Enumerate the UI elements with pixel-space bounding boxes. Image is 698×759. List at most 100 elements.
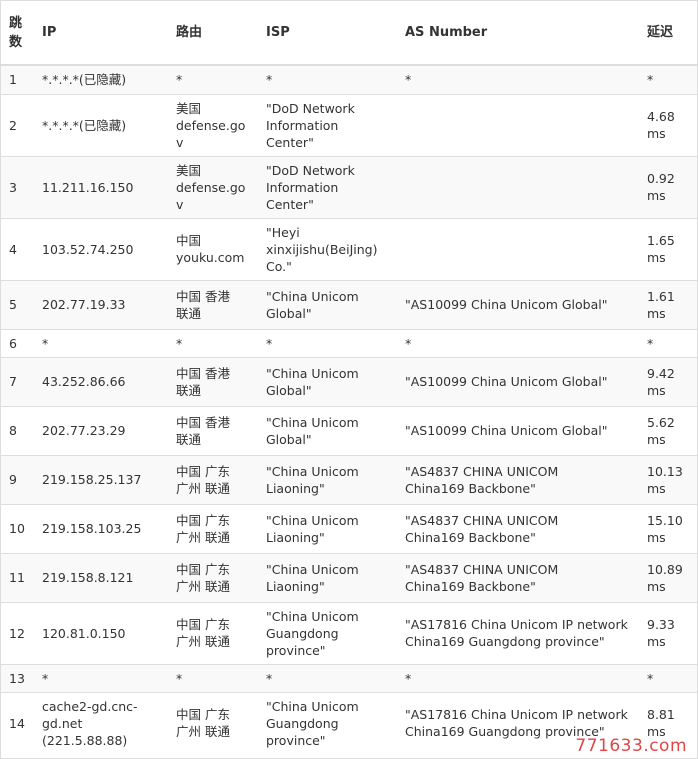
traceroute-table: 跳 数 IP 路由 ISP AS Number 延迟 1 *.*.*.*(已隐藏)… bbox=[1, 1, 697, 754]
cell-hop: 6 bbox=[1, 328, 34, 357]
table-row: 8 202.77.23.29 中国 香港 联通 "China Unicom Globa… bbox=[1, 405, 697, 455]
cell-latency: 1.61 ms bbox=[639, 279, 697, 329]
table-row: 3 11.211.16.150 美国 defense.gov "DoD Network… bbox=[1, 155, 697, 218]
cell-route: 中国 youku.com bbox=[168, 217, 258, 280]
cell-latency: 9.33 ms bbox=[639, 601, 697, 664]
cell-isp: "China Unicom Global" bbox=[258, 405, 397, 455]
cell-latency: * bbox=[639, 663, 697, 692]
cell-ip: * bbox=[34, 663, 168, 692]
header-latency: 延迟 bbox=[639, 1, 697, 66]
cell-hop: 12 bbox=[1, 601, 34, 664]
cell-latency: 15.10 ms bbox=[639, 503, 697, 553]
table-row: 12 120.81.0.150 中国 广东 广州 联通 "China Unicom G… bbox=[1, 601, 697, 664]
cell-as-number: "AS17816 China Unicom IP network China16… bbox=[397, 601, 639, 664]
cell-hop: 5 bbox=[1, 279, 34, 329]
cell-as-number: "AS10099 China Unicom Global" bbox=[397, 405, 639, 455]
cell-isp: * bbox=[258, 64, 397, 94]
table-row: 5 202.77.19.33 中国 香港 联通 "China Unicom Globa… bbox=[1, 279, 697, 329]
cell-latency: * bbox=[639, 328, 697, 357]
table-header-row: 跳 数 IP 路由 ISP AS Number 延迟 bbox=[1, 1, 697, 66]
table-row: 13 * * * * * bbox=[1, 663, 697, 692]
cell-as-number: * bbox=[397, 328, 639, 357]
cell-route: 中国 香港 联通 bbox=[168, 356, 258, 406]
header-ip: IP bbox=[34, 1, 168, 66]
traceroute-panel: 跳 数 IP 路由 ISP AS Number 延迟 1 *.*.*.*(已隐藏)… bbox=[0, 0, 698, 759]
cell-isp: "China Unicom Liaoning" bbox=[258, 454, 397, 504]
table-row: 6 * * * * * bbox=[1, 328, 697, 357]
table-row: 9 219.158.25.137 中国 广东 广州 联通 "China Unicom … bbox=[1, 454, 697, 504]
cell-latency: 10.13 ms bbox=[639, 454, 697, 504]
cell-route: 美国 defense.gov bbox=[168, 93, 258, 156]
cell-as-number bbox=[397, 155, 639, 218]
cell-route: 中国 香港 联通 bbox=[168, 405, 258, 455]
cell-hop: 3 bbox=[1, 155, 34, 218]
header-isp: ISP bbox=[258, 1, 397, 66]
cell-isp: "DoD Network Information Center" bbox=[258, 155, 397, 218]
cell-as-number: "AS4837 CHINA UNICOM China169 Backbone" bbox=[397, 552, 639, 602]
table-row: 2 *.*.*.*(已隐藏) 美国 defense.gov "DoD Network … bbox=[1, 93, 697, 156]
cell-ip: cache2-gd.cnc- gd.net (221.5.88.88) bbox=[34, 691, 168, 754]
cell-route: * bbox=[168, 663, 258, 692]
cell-isp: "China Unicom Global" bbox=[258, 356, 397, 406]
cell-latency: 1.65 ms bbox=[639, 217, 697, 280]
cell-route: * bbox=[168, 328, 258, 357]
header-route: 路由 bbox=[168, 1, 258, 66]
table-row: 10 219.158.103.25 中国 广东 广州 联通 "China Unicom… bbox=[1, 503, 697, 553]
cell-latency: 5.62 ms bbox=[639, 405, 697, 455]
cell-hop: 1 bbox=[1, 64, 34, 94]
cell-latency: 10.89 ms bbox=[639, 552, 697, 602]
cell-isp: "China Unicom Guangdong province" bbox=[258, 691, 397, 754]
cell-ip: 219.158.25.137 bbox=[34, 454, 168, 504]
header-hop: 跳 数 bbox=[1, 1, 34, 66]
cell-as-number: * bbox=[397, 64, 639, 94]
cell-ip: 43.252.86.66 bbox=[34, 356, 168, 406]
cell-route: 美国 defense.gov bbox=[168, 155, 258, 218]
cell-ip: 202.77.23.29 bbox=[34, 405, 168, 455]
cell-ip: 103.52.74.250 bbox=[34, 217, 168, 280]
cell-hop: 2 bbox=[1, 93, 34, 156]
table-row: 4 103.52.74.250 中国 youku.com "Heyi xinxijis… bbox=[1, 217, 697, 280]
cell-as-number: * bbox=[397, 663, 639, 692]
cell-isp: "China Unicom Guangdong province" bbox=[258, 601, 397, 664]
cell-ip: 202.77.19.33 bbox=[34, 279, 168, 329]
cell-route: 中国 广东 广州 联通 bbox=[168, 552, 258, 602]
cell-ip: * bbox=[34, 328, 168, 357]
table-row: 7 43.252.86.66 中国 香港 联通 "China Unicom Globa… bbox=[1, 356, 697, 406]
cell-latency: 4.68 ms bbox=[639, 93, 697, 156]
cell-hop: 13 bbox=[1, 663, 34, 692]
cell-as-number: "AS4837 CHINA UNICOM China169 Backbone" bbox=[397, 454, 639, 504]
cell-as-number bbox=[397, 217, 639, 280]
cell-ip: 219.158.103.25 bbox=[34, 503, 168, 553]
cell-route: 中国 广东 广州 联通 bbox=[168, 691, 258, 754]
table-row: 11 219.158.8.121 中国 广东 广州 联通 "China Unicom … bbox=[1, 552, 697, 602]
cell-latency: 0.92 ms bbox=[639, 155, 697, 218]
cell-isp: "Heyi xinxijishu(BeiJing) Co." bbox=[258, 217, 397, 280]
cell-route: 中国 香港 联通 bbox=[168, 279, 258, 329]
cell-isp: "China Unicom Liaoning" bbox=[258, 503, 397, 553]
cell-hop: 7 bbox=[1, 356, 34, 406]
cell-isp: "China Unicom Global" bbox=[258, 279, 397, 329]
cell-isp: "China Unicom Liaoning" bbox=[258, 552, 397, 602]
cell-ip: 219.158.8.121 bbox=[34, 552, 168, 602]
cell-ip: 120.81.0.150 bbox=[34, 601, 168, 664]
cell-as-number: "AS4837 CHINA UNICOM China169 Backbone" bbox=[397, 503, 639, 553]
cell-hop: 11 bbox=[1, 552, 34, 602]
watermark: 771633.com bbox=[575, 736, 687, 756]
cell-route: 中国 广东 广州 联通 bbox=[168, 503, 258, 553]
cell-hop: 4 bbox=[1, 217, 34, 280]
cell-ip: *.*.*.*(已隐藏) bbox=[34, 64, 168, 94]
cell-ip: 11.211.16.150 bbox=[34, 155, 168, 218]
cell-route: * bbox=[168, 64, 258, 94]
header-as-number: AS Number bbox=[397, 1, 639, 66]
cell-isp: * bbox=[258, 328, 397, 357]
cell-latency: 9.42 ms bbox=[639, 356, 697, 406]
cell-hop: 9 bbox=[1, 454, 34, 504]
cell-hop: 10 bbox=[1, 503, 34, 553]
cell-as-number: "AS10099 China Unicom Global" bbox=[397, 279, 639, 329]
table-row: 1 *.*.*.*(已隐藏) * * * * bbox=[1, 64, 697, 94]
cell-as-number bbox=[397, 93, 639, 156]
table-body: 1 *.*.*.*(已隐藏) * * * * 2 *.*.*.*(已隐藏) 美国 defense… bbox=[1, 64, 697, 754]
cell-as-number: "AS10099 China Unicom Global" bbox=[397, 356, 639, 406]
cell-isp: * bbox=[258, 663, 397, 692]
cell-route: 中国 广东 广州 联通 bbox=[168, 601, 258, 664]
